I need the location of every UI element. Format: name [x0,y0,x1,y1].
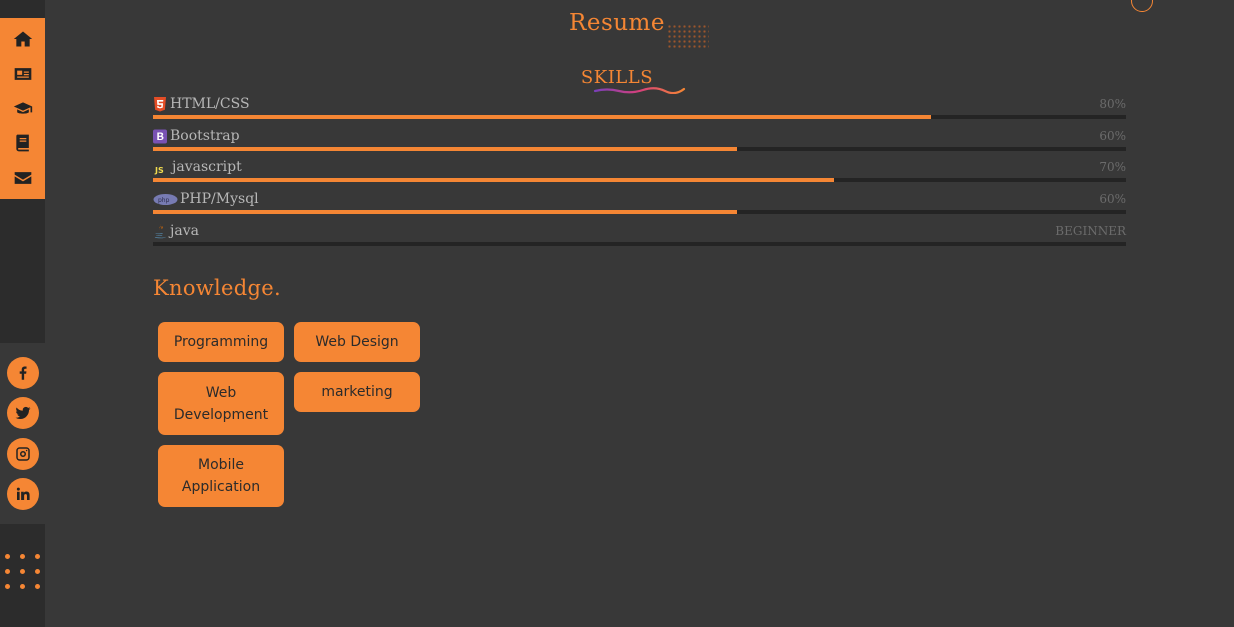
skill-value: BEGINNER [1055,224,1126,238]
svg-text:php: php [158,197,170,204]
skill-label: java [170,223,199,239]
decorative-dots [2,554,44,596]
skills-heading: SKILLS [580,67,654,88]
skill-progress-fill [153,115,932,119]
skill-progress-track [153,242,1126,246]
linkedin-icon[interactable] [7,478,39,510]
skill-progress-track [153,115,1126,119]
graduation-cap-icon[interactable] [12,98,34,120]
skill-label: HTML/CSS [170,96,250,112]
php-icon: php [153,192,178,207]
skill-progress-track [153,147,1126,151]
skill-row: HTML/CSS 80% [153,96,1126,127]
skill-row: Bootstrap 60% [153,128,1126,159]
skill-row: java BEGINNER [153,223,1126,254]
book-icon[interactable] [12,132,34,154]
html5-icon [153,97,167,112]
skill-value: 80% [1099,97,1126,111]
skill-progress-track [153,178,1126,182]
skill-progress-fill [153,178,835,182]
envelope-icon[interactable] [12,167,34,189]
knowledge-tag[interactable]: Mobile Application [158,445,284,507]
sidebar [0,0,45,627]
skill-row: JS javascript 70% [153,159,1126,190]
facebook-icon[interactable] [7,357,39,389]
bootstrap-icon [153,129,167,144]
decorative-dot-grid [667,24,709,48]
knowledge-heading: Knowledge. [153,276,281,300]
skill-value: 70% [1099,160,1126,174]
page-title: Resume [569,10,665,36]
skill-progress-fill [153,210,737,214]
skill-label: javascript [172,159,242,175]
skill-label: Bootstrap [170,128,240,144]
skill-label: PHP/Mysql [180,191,259,207]
skill-value: 60% [1099,192,1126,206]
twitter-icon[interactable] [7,397,39,429]
nav-menu [0,18,45,199]
instagram-icon[interactable] [7,438,39,470]
skill-row: php PHP/Mysql 60% [153,191,1126,222]
skill-value: 60% [1099,129,1126,143]
knowledge-tag[interactable]: marketing [294,372,420,412]
svg-text:JS: JS [154,166,164,175]
skill-progress-track [153,210,1126,214]
heading-underline [593,87,686,94]
java-icon [153,224,168,239]
knowledge-tag[interactable]: Web Design [294,322,420,362]
social-links [0,343,45,524]
knowledge-tag[interactable]: Programming [158,322,284,362]
js-icon: JS [153,160,169,175]
skill-progress-fill [153,147,737,151]
knowledge-tag[interactable]: Web Development [158,372,284,435]
